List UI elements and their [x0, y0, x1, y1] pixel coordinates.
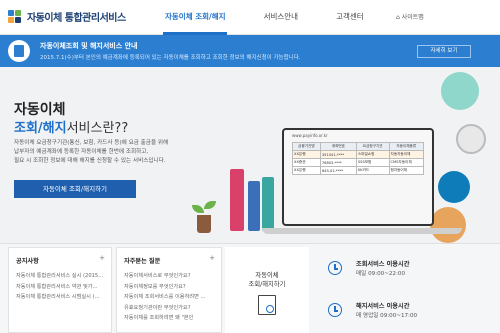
sitemap-label: 사이트맵	[401, 14, 424, 21]
list-item[interactable]: 자동이체정보를 무엇인가요?	[124, 283, 205, 294]
plant-leaf	[204, 201, 216, 209]
inquiry-hours-title: 조회서비스 이용시간	[356, 261, 410, 268]
list-item[interactable]: 자동이체를 조회하려면 왜 "본인	[124, 314, 205, 325]
person-icon: ⌂	[396, 14, 400, 21]
list-item[interactable]: 유효요청기관이란 무엇인가요?	[124, 304, 205, 315]
person-settings-icon	[441, 72, 479, 110]
laptop-table-cell: XX증권	[292, 158, 321, 167]
laptop-table-header-cell: 자동이체종류	[388, 142, 425, 151]
laptop-table-cell: 351541-****	[319, 150, 357, 159]
faq-box: 자주묻는 질문 + 자동이체서비스로 무엇인가요? 자동이체정보를 무엇인가요?…	[116, 247, 222, 333]
lookup-shortcut[interactable]: 자동이체 조회/해지하기	[225, 247, 309, 333]
laptop-url: www.payinfo.or.kr	[292, 133, 328, 138]
list-item[interactable]: 자동이체 통합관리서비스 실시 (2015...	[16, 272, 103, 283]
laptop-table-cell: 펌자동이체	[388, 166, 425, 175]
hero-desc-line: 자동이체 요금청구기관(통신, 보험, 카드사 등)에 요금 출금을 위해	[14, 140, 169, 146]
clock-icon	[328, 261, 342, 275]
cancel-hours-time: 매 영업일 09:00~17:00	[356, 313, 418, 319]
hero-desc-line: 필요 시 조회한 정보에 대해 해지를 신청할 수 있는 서비스입니다.	[14, 158, 166, 164]
laptop-table-cell: KK카드	[355, 166, 390, 175]
hero-title-accent: 조회/해지	[14, 121, 67, 136]
inquiry-hours-time: 매일 09:00~22:00	[356, 271, 405, 277]
site-header: 자동이체 통합관리서비스 자동이체 조회/해지 서비스안내 고객센터 ⌂ 사이트…	[0, 0, 500, 35]
faq-list: 자동이체서비스로 무엇인가요? 자동이체정보를 무엇인가요? 자동이체 조회서비…	[124, 272, 205, 325]
wifi-icon	[438, 171, 470, 203]
laptop-table-cell: 자동자동이체	[388, 150, 425, 159]
plant-leaf	[192, 205, 204, 213]
laptop-table: 금융기관명 계좌번호 요금청구기관 자동이체종류 XX은행 351541-***…	[292, 142, 425, 175]
document-icon	[8, 40, 30, 62]
faq-more-button[interactable]: +	[209, 254, 215, 262]
cancel-hours: 해지서비스 이용시간 매 영업일 09:00~17:00	[320, 299, 490, 329]
document-search-icon	[258, 295, 276, 315]
list-item[interactable]: 자동이체 통합관리서비스 시범실시 (...	[16, 293, 103, 304]
hero-description: 자동이체 요금청구기관(통신, 보험, 카드사 등)에 요금 출금을 위해 납부…	[14, 139, 204, 166]
laptop-table-header-cell: 요금청구기관	[355, 142, 390, 151]
laptop-table-cell: 76803-****	[319, 158, 357, 167]
laptop-table-header: 금융기관명 계좌번호 요금청구기관 자동이체종류	[292, 142, 425, 151]
inquiry-hours: 조회서비스 이용시간 매일 09:00~22:00	[320, 257, 490, 287]
lookup-cancel-button[interactable]: 자동이체 조회/해지하기	[14, 180, 136, 198]
laptop-table-cell: XX은행	[292, 150, 321, 159]
plant-pot	[197, 215, 211, 233]
laptop-table-row: XX은행 351541-**** 스마일쇼핑 자동자동이체	[292, 150, 425, 159]
lock-icon	[456, 124, 486, 154]
chart-icon	[430, 207, 466, 243]
hero-desc-line: 납부자의 예금계좌에 등록한 자동이체를 한번에 조회하고,	[14, 149, 149, 155]
notice-banner: 자동이체조회 및 해지서비스 안내 2015.7.1(수)부터 본인의 예금계좌…	[0, 35, 500, 67]
notice-title: 자동이체조회 및 해지서비스 안내	[40, 42, 138, 50]
lookup-shortcut-line1: 자동이체	[255, 272, 279, 279]
hero-title-line2: 조회/해지서비스란??	[14, 117, 128, 136]
laptop-table-row: XX은행 645-02-**** KK카드 펌자동이체	[292, 166, 425, 175]
laptop-table-cell: 스마일쇼핑	[355, 150, 390, 159]
main-nav: 자동이체 조회/해지 서비스안내 고객센터	[165, 11, 402, 22]
sitemap-link[interactable]: ⌂ 사이트맵	[396, 12, 424, 21]
hero-title-line1: 자동이체	[14, 102, 66, 118]
list-item[interactable]: 자동이체서비스로 무엇인가요?	[124, 272, 205, 283]
list-item[interactable]: 자동이체 통합관리서비스 약관 및가...	[16, 283, 103, 294]
laptop-base	[262, 228, 462, 234]
logo-icon	[8, 9, 22, 24]
faq-title: 자주묻는 질문	[124, 258, 161, 265]
binder-illustration	[262, 177, 274, 231]
lookup-shortcut-title: 자동이체 조회/해지하기	[225, 271, 309, 289]
notices-more-button[interactable]: +	[99, 254, 105, 262]
binder-illustration	[248, 181, 260, 231]
site-logo[interactable]: 자동이체 통합관리서비스	[8, 9, 126, 24]
hero-section: 자동이체 조회/해지서비스란?? 자동이체 요금청구기관(통신, 보험, 카드사…	[0, 67, 500, 243]
logo-text: 자동이체 통합관리서비스	[27, 13, 126, 24]
notices-box: 공지사항 + 자동이체 통합관리서비스 실시 (2015... 자동이체 통합관…	[8, 247, 112, 333]
notice-detail-button[interactable]: 자세히 보기	[417, 45, 471, 58]
list-item[interactable]: 자동이체 조회서비스를 이용하려면 ...	[124, 293, 205, 304]
clock-icon	[328, 303, 342, 317]
laptop-table-cell: 645-02-****	[319, 166, 357, 175]
laptop-illustration: www.payinfo.or.kr 금융기관명 계좌번호 요금청구기관 자동이체…	[282, 128, 434, 226]
nav-item-lookup[interactable]: 자동이체 조회/해지	[165, 11, 226, 22]
notice-description: 2015.7.1(수)부터 본인의 예금계좌에 등록되어 있는 자동이체를 조회…	[40, 55, 301, 61]
nav-item-customer-center[interactable]: 고객센터	[336, 11, 364, 22]
laptop-table-cell: SSS보험	[355, 158, 390, 167]
laptop-table-cell: CMS자동이체	[388, 158, 425, 167]
notices-title: 공지사항	[16, 258, 39, 265]
binder-illustration	[230, 169, 244, 231]
laptop-table-cell: XX은행	[292, 166, 321, 175]
lookup-shortcut-line2: 조회/해지하기	[248, 281, 286, 288]
nav-item-service-guide[interactable]: 서비스안내	[264, 11, 299, 22]
hero-title-rest: 서비스란??	[66, 121, 129, 136]
laptop-table-header-cell: 금융기관명	[292, 142, 321, 151]
notices-list: 자동이체 통합관리서비스 실시 (2015... 자동이체 통합관리서비스 약관…	[16, 272, 103, 304]
laptop-table-header-cell: 계좌번호	[319, 142, 357, 151]
cancel-hours-title: 해지서비스 이용시간	[356, 303, 410, 310]
laptop-table-row: XX증권 76803-**** SSS보험 CMS자동이체	[292, 158, 425, 167]
